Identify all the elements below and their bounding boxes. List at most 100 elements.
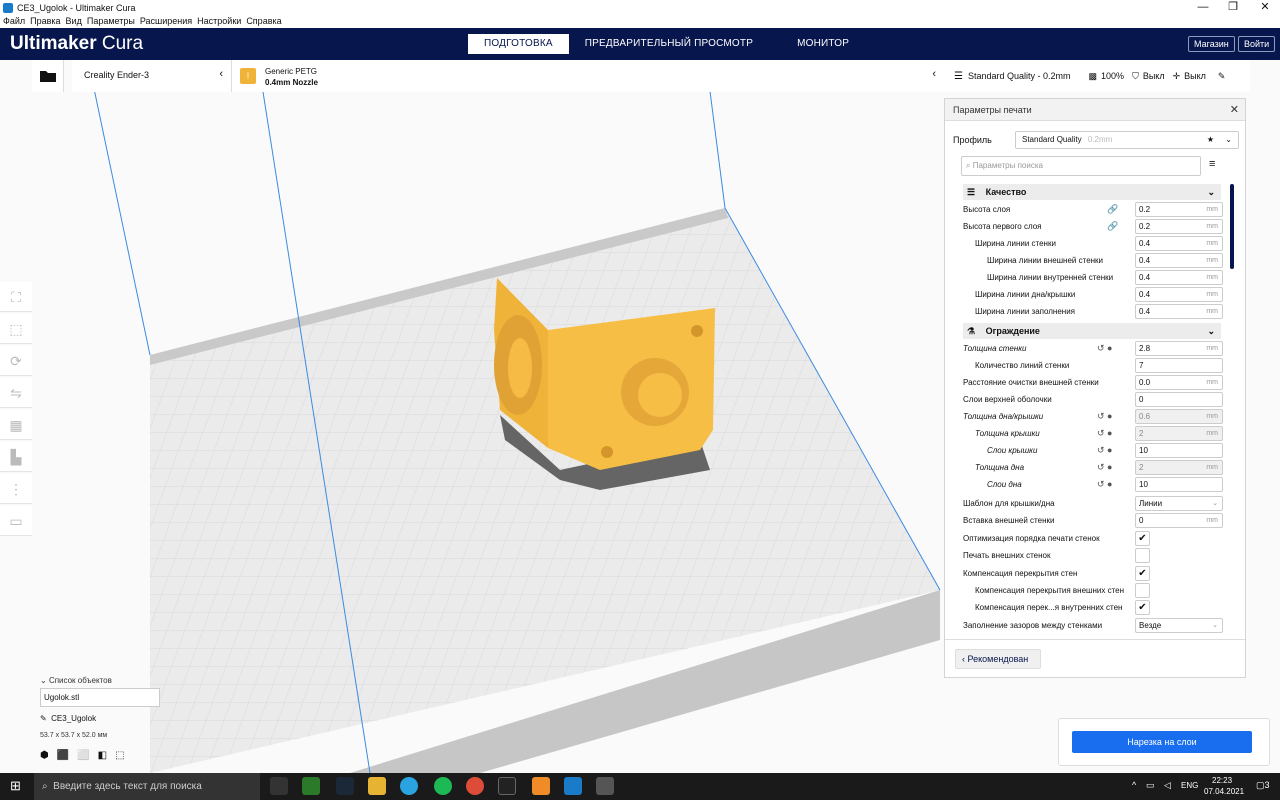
setting-input[interactable]: 0.4 mm: [1135, 236, 1223, 251]
setting-input[interactable]: 0.6 mm: [1135, 409, 1223, 424]
link-icon[interactable]: 🔗: [1107, 201, 1118, 218]
view-orientation-icons[interactable]: ⬢⬛⬜◧⬚: [40, 750, 133, 761]
settings-search-input[interactable]: ⌕ Параметры поиска: [961, 156, 1201, 176]
tool-icon-7[interactable]: ⋮: [0, 474, 32, 504]
info-icon[interactable]: ●: [1107, 408, 1112, 425]
setting-checkbox[interactable]: ✔: [1135, 566, 1150, 581]
notification-icon[interactable]: ▢3: [1256, 780, 1270, 791]
link-icon[interactable]: 🔗: [1107, 218, 1118, 235]
reset-icon[interactable]: ↺: [1097, 442, 1105, 459]
telegram-icon[interactable]: [400, 777, 418, 795]
signin-button[interactable]: Войти: [1238, 36, 1276, 52]
setting-input[interactable]: 10: [1135, 477, 1223, 492]
close-panel-icon[interactable]: ✕: [1230, 99, 1239, 121]
setting-input[interactable]: 0.4 mm: [1135, 253, 1223, 268]
setting-input[interactable]: 0.4 mm: [1135, 287, 1223, 302]
volume-icon[interactable]: ◁: [1164, 780, 1171, 791]
tab-preview[interactable]: ПРЕДВАРИТЕЛЬНЫЙ ПРОСМОТР: [569, 34, 769, 54]
recommended-button[interactable]: ‹ Рекомендован: [955, 649, 1041, 669]
star-icon[interactable]: ★: [1207, 132, 1214, 148]
setting-input[interactable]: 0.4 mm: [1135, 270, 1223, 285]
cura-taskbar-icon[interactable]: [564, 777, 582, 795]
setting-input[interactable]: 10: [1135, 443, 1223, 458]
network-icon[interactable]: ▭: [1146, 780, 1155, 791]
info-icon[interactable]: ●: [1107, 442, 1112, 459]
move-tool-icon[interactable]: ⛶: [0, 282, 32, 312]
menu-settings[interactable]: Параметры: [87, 16, 135, 28]
panel-title: Параметры печати: [953, 105, 1032, 115]
tab-prepare[interactable]: ПОДГОТОВКА: [468, 34, 569, 54]
menu-file[interactable]: Файл: [3, 16, 25, 28]
reset-icon[interactable]: ↺: [1097, 476, 1105, 493]
category-walls[interactable]: ⚗ Ограждение ⌄: [963, 323, 1221, 339]
menu-edit[interactable]: Правка: [30, 16, 60, 28]
tab-monitor[interactable]: МОНИТОР: [769, 34, 865, 54]
info-icon[interactable]: ●: [1107, 425, 1112, 442]
print-settings-bar[interactable]: ☰ Standard Quality - 0.2mm ▩ 100% ⛉ Выкл…: [944, 60, 1250, 92]
setting-checkbox[interactable]: ✔: [1135, 531, 1150, 546]
menu-extensions[interactable]: Расширения: [140, 16, 192, 28]
settings-scrollbar[interactable]: [1230, 184, 1234, 269]
setting-input[interactable]: 0.0 mm: [1135, 375, 1223, 390]
job-name[interactable]: ✎ CE3_Ugolok: [40, 714, 96, 723]
setting-input[interactable]: 2 mm: [1135, 426, 1223, 441]
setting-input[interactable]: 0: [1135, 392, 1223, 407]
app-f-icon[interactable]: [532, 777, 550, 795]
settings-menu-icon[interactable]: ≡: [1209, 158, 1215, 170]
profile-dropdown[interactable]: Standard Quality 0.2mm ★ ⌄: [1015, 131, 1239, 149]
setting-checkbox[interactable]: ✔: [1135, 600, 1150, 615]
calculator-icon[interactable]: [596, 777, 614, 795]
reset-icon[interactable]: ↺: [1097, 459, 1105, 476]
reset-icon[interactable]: ↺: [1097, 340, 1105, 357]
epic-games-icon[interactable]: [498, 777, 516, 795]
info-icon[interactable]: ●: [1107, 476, 1112, 493]
spotify-icon[interactable]: [434, 777, 452, 795]
setting-input[interactable]: 2.8 mm: [1135, 341, 1223, 356]
rotate-tool-icon[interactable]: ⟳: [0, 346, 32, 376]
menu-help[interactable]: Справка: [246, 16, 281, 28]
setting-dropdown[interactable]: Линии ⌄: [1135, 496, 1223, 511]
setting-input[interactable]: 0.2 mm: [1135, 202, 1223, 217]
slice-button[interactable]: Нарезка на слои: [1072, 731, 1252, 753]
setting-input[interactable]: 0.2 mm: [1135, 219, 1223, 234]
menu-view[interactable]: Вид: [66, 16, 82, 28]
scale-tool-icon[interactable]: ⬚: [0, 314, 32, 344]
steam-icon[interactable]: [336, 777, 354, 795]
minimize-button[interactable]: —: [1188, 0, 1218, 16]
setting-input[interactable]: 0 mm: [1135, 513, 1223, 528]
object-list-toggle[interactable]: ⌄ Список объектов: [40, 676, 112, 685]
tool-icon-8[interactable]: ▭: [0, 506, 32, 536]
object-list-item[interactable]: Ugolok.stl: [40, 688, 160, 707]
setting-checkbox[interactable]: [1135, 548, 1150, 563]
taskbar-search-input[interactable]: ⌕ Введите здесь текст для поиска: [34, 773, 260, 800]
support-blocker-icon[interactable]: ▙: [0, 442, 32, 472]
clock-time[interactable]: 22:23: [1212, 776, 1232, 785]
material-selector[interactable]: ! Generic PETG 0.4mm Nozzle ‹: [232, 60, 944, 92]
store-icon[interactable]: [302, 777, 320, 795]
close-button[interactable]: ✕: [1250, 0, 1280, 16]
file-explorer-icon[interactable]: [368, 777, 386, 795]
setting-checkbox[interactable]: [1135, 583, 1150, 598]
per-model-settings-icon[interactable]: ▦: [0, 410, 32, 440]
reset-icon[interactable]: ↺: [1097, 425, 1105, 442]
category-quality[interactable]: ☰ Качество ⌄: [963, 184, 1221, 200]
tray-arrow-icon[interactable]: ^: [1132, 780, 1136, 790]
setting-input[interactable]: 0.4 mm: [1135, 304, 1223, 319]
setting-dropdown[interactable]: Везде ⌄: [1135, 618, 1223, 633]
restore-button[interactable]: ❐: [1218, 0, 1248, 16]
setting-input[interactable]: 7: [1135, 358, 1223, 373]
printer-selector[interactable]: Creality Ender-3 ‹: [72, 60, 232, 92]
language-indicator[interactable]: ENG: [1181, 781, 1198, 790]
clock-date[interactable]: 07.04.2021: [1204, 787, 1244, 796]
chrome-icon[interactable]: [466, 777, 484, 795]
menu-preferences[interactable]: Настройки: [197, 16, 241, 28]
marketplace-button[interactable]: Магазин: [1188, 36, 1235, 52]
task-view-icon[interactable]: [270, 777, 288, 795]
mirror-tool-icon[interactable]: ⇋: [0, 378, 32, 408]
setting-input[interactable]: 2 mm: [1135, 460, 1223, 475]
windows-start-icon[interactable]: ⊞: [10, 778, 21, 794]
reset-icon[interactable]: ↺: [1097, 408, 1105, 425]
info-icon[interactable]: ●: [1107, 340, 1112, 357]
open-file-button[interactable]: [32, 60, 64, 92]
info-icon[interactable]: ●: [1107, 459, 1112, 476]
